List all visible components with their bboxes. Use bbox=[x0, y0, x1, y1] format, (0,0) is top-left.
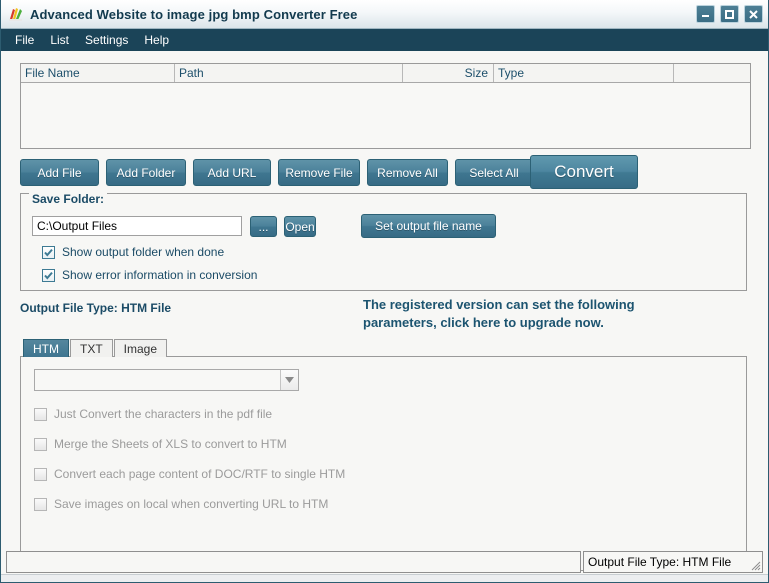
option-row-pdf-characters[interactable]: Just Convert the characters in the pdf f… bbox=[34, 407, 272, 421]
browse-folder-button[interactable]: ... bbox=[250, 216, 277, 237]
output-file-type-label: Output File Type: HTM File bbox=[20, 301, 172, 315]
show-output-folder-label: Show output folder when done bbox=[62, 245, 225, 259]
checkbox-unchecked-icon[interactable] bbox=[34, 497, 47, 511]
option-label-pdf-characters: Just Convert the characters in the pdf f… bbox=[54, 407, 273, 421]
status-bar: Output File Type: HTM File bbox=[6, 551, 763, 573]
option-row-merge-xls[interactable]: Merge the Sheets of XLS to convert to HT… bbox=[34, 437, 287, 451]
window-footer bbox=[1, 574, 768, 582]
file-list[interactable]: File Name Path Size Type bbox=[20, 63, 751, 149]
column-header-file-name[interactable]: File Name bbox=[21, 64, 175, 82]
file-list-body[interactable] bbox=[21, 83, 750, 147]
option-label-save-images-local: Save images on local when converting URL… bbox=[54, 497, 329, 511]
menu-item-help[interactable]: Help bbox=[136, 31, 177, 49]
format-combo-box[interactable] bbox=[34, 369, 299, 391]
menu-bar: File List Settings Help bbox=[1, 29, 768, 51]
option-row-doc-single-htm[interactable]: Convert each page content of DOC/RTF to … bbox=[34, 467, 345, 481]
options-panel: Just Convert the characters in the pdf f… bbox=[20, 356, 747, 571]
maximize-button[interactable] bbox=[720, 5, 739, 23]
column-header-size[interactable]: Size bbox=[403, 64, 494, 82]
checkbox-unchecked-icon[interactable] bbox=[34, 407, 47, 421]
column-header-path[interactable]: Path bbox=[175, 64, 403, 82]
title-bar: Advanced Website to image jpg bmp Conver… bbox=[1, 0, 768, 29]
open-folder-button[interactable]: Open bbox=[284, 216, 316, 237]
menu-item-file[interactable]: File bbox=[7, 31, 42, 49]
format-tabs: HTM TXT Image bbox=[23, 339, 168, 357]
checkbox-checked-icon[interactable] bbox=[42, 245, 55, 259]
file-list-header: File Name Path Size Type bbox=[21, 64, 750, 83]
status-message-pane bbox=[6, 551, 581, 573]
upgrade-message[interactable]: The registered version can set the follo… bbox=[363, 296, 693, 332]
checkbox-unchecked-icon[interactable] bbox=[34, 437, 47, 451]
status-output-type-pane: Output File Type: HTM File bbox=[583, 551, 763, 573]
chevron-down-icon[interactable] bbox=[280, 370, 298, 390]
toolbar: Add File Add Folder Add URL Remove File … bbox=[20, 159, 533, 186]
window-controls bbox=[696, 5, 763, 23]
checkbox-unchecked-icon[interactable] bbox=[34, 467, 47, 481]
select-all-button[interactable]: Select All bbox=[455, 159, 533, 186]
tab-image[interactable]: Image bbox=[113, 339, 168, 357]
remove-file-button[interactable]: Remove File bbox=[278, 159, 360, 186]
minimize-button[interactable] bbox=[696, 5, 715, 23]
option-row-save-images-local[interactable]: Save images on local when converting URL… bbox=[34, 497, 328, 511]
checkbox-checked-icon[interactable] bbox=[42, 268, 55, 282]
show-output-folder-checkbox-row[interactable]: Show output folder when done bbox=[42, 245, 224, 259]
show-error-info-label: Show error information in conversion bbox=[62, 268, 258, 282]
app-palette-icon bbox=[7, 5, 25, 23]
resize-grip-icon[interactable] bbox=[749, 559, 761, 571]
remove-all-button[interactable]: Remove All bbox=[367, 159, 448, 186]
tab-htm[interactable]: HTM bbox=[23, 339, 69, 357]
add-url-button[interactable]: Add URL bbox=[193, 159, 271, 186]
save-folder-group: Save Folder: C:\Output Files ... Open Se… bbox=[20, 192, 747, 291]
column-header-extra[interactable] bbox=[674, 64, 750, 82]
convert-button[interactable]: Convert bbox=[530, 155, 638, 189]
column-header-type[interactable]: Type bbox=[494, 64, 674, 82]
option-label-doc-single-htm: Convert each page content of DOC/RTF to … bbox=[54, 467, 346, 481]
status-output-type-text: Output File Type: HTM File bbox=[588, 555, 732, 569]
set-output-file-name-button[interactable]: Set output file name bbox=[361, 214, 496, 238]
output-path-input[interactable]: C:\Output Files bbox=[32, 216, 242, 236]
menu-item-settings[interactable]: Settings bbox=[77, 31, 136, 49]
save-folder-label: Save Folder: bbox=[29, 192, 108, 206]
menu-item-list[interactable]: List bbox=[42, 31, 77, 49]
option-label-merge-xls: Merge the Sheets of XLS to convert to HT… bbox=[54, 437, 287, 451]
add-file-button[interactable]: Add File bbox=[20, 159, 99, 186]
add-folder-button[interactable]: Add Folder bbox=[106, 159, 186, 186]
close-button[interactable] bbox=[744, 5, 763, 23]
window-title: Advanced Website to image jpg bmp Conver… bbox=[30, 6, 358, 22]
show-error-info-checkbox-row[interactable]: Show error information in conversion bbox=[42, 268, 257, 282]
main-content: File Name Path Size Type Add File Add Fo… bbox=[1, 51, 768, 582]
application-window: Advanced Website to image jpg bmp Conver… bbox=[0, 0, 769, 583]
tab-txt[interactable]: TXT bbox=[70, 339, 113, 357]
